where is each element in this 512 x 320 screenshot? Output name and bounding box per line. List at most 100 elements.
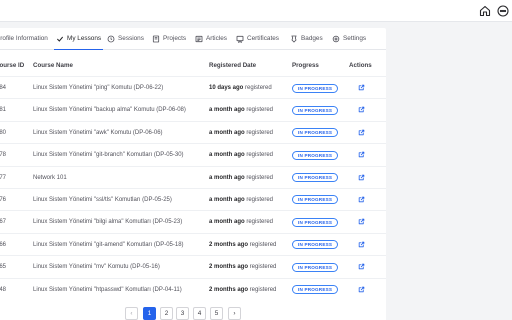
registered-date: 2 months ago registered [209,279,276,301]
header-actions: Actions [349,62,372,69]
open-external-icon[interactable] [358,84,365,91]
course-name: Linux Sistem Yönetimi "awk" Komutu (DP-0… [33,129,163,136]
registered-date-suffix: registered [248,286,277,293]
status-badge: IN PROGRESS [292,217,339,227]
course-id: 080 [0,129,7,136]
course-name: Linux Sistem Yönetimi "backup alma" Komu… [33,107,186,114]
table-row: 066 Linux Sistem Yönetimi "git-amend" Kom… [0,232,386,256]
course-id: 065 [0,264,7,271]
tab-my-lessons[interactable]: My Lessons [54,28,104,50]
status-badge: IN PROGRESS [292,173,339,183]
article-icon [195,35,203,43]
open-external-icon[interactable] [358,241,365,248]
registered-date: a month ago registered [209,144,273,166]
registered-date: a month ago registered [209,99,273,121]
course-id: 084 [0,85,7,91]
course-name: Linux Sistem Yönetimi "ping" Komutu (DP-… [33,85,164,91]
folder-icon [152,35,160,43]
table-row: 078 Linux Sistem Yönetimi "git-branch" Ko… [0,143,386,165]
history-icon [107,35,115,43]
table-row: 067 Linux Sistem Yönetimi "bilgi alma" Ko… [0,210,386,232]
status-badge: IN PROGRESS [292,285,339,295]
registered-date: 10 days ago registered [209,77,272,99]
tab-articles[interactable]: Articles [195,28,227,50]
top-bar [0,0,512,22]
open-external-icon[interactable] [358,218,365,225]
lessons-table-body: 084 Linux Sistem Yönetimi "ping" Komutu (… [0,76,386,300]
registered-date-relative: 2 months ago [209,241,249,248]
page-5-button[interactable]: 5 [210,307,223,320]
tab-settings[interactable]: Settings [332,28,366,50]
registered-date: 2 months ago registered [209,256,276,278]
registered-date: a month ago registered [209,211,273,233]
table-row: 076 Linux Sistem Yönetimi "ssl/tls" Komut… [0,187,386,211]
registered-date-relative: a month ago [209,196,245,203]
status-badge: IN PROGRESS [292,105,339,115]
open-external-icon[interactable] [358,129,365,136]
registered-date: a month ago registered [209,122,273,144]
open-external-icon[interactable] [358,196,365,203]
table-header: Course ID Course Name Registered Date Pr… [0,58,386,76]
tab-sessions[interactable]: Sessions [107,28,144,50]
registered-date-relative: a month ago [209,152,245,159]
registered-date: a month ago registered [209,189,273,211]
table-row: 077 Network 101 a month ago registered IN P… [0,165,386,189]
user-menu-icon[interactable] [496,4,510,18]
table-row: 065 Linux Sistem Yönetimi "mv" Komutu (DP… [0,255,386,277]
tab-projects[interactable]: Projects [152,28,186,50]
course-name: Linux Sistem Yönetimi "ssl/tls" Komutlar… [33,196,172,203]
lessons-panel: Profile Information My Lessons Sessions … [0,28,386,320]
status-badge: IN PROGRESS [292,262,339,272]
course-id: 077 [0,174,7,181]
badge-icon [290,35,298,43]
registered-date: a month ago registered [209,167,273,189]
registered-date-suffix: registered [244,174,274,181]
open-external-icon[interactable] [358,151,365,158]
page-3-button[interactable]: 3 [176,307,189,320]
certificate-icon [236,35,244,43]
next-page-button[interactable]: › [228,307,241,320]
header-course-name: Course Name [33,62,73,69]
open-external-icon[interactable] [358,286,365,293]
page-2-button[interactable]: 2 [160,307,173,320]
registered-date-relative: a month ago [209,219,245,226]
check-icon [56,35,64,43]
prev-page-button[interactable]: ‹ [125,307,138,320]
open-external-icon[interactable] [358,106,365,113]
course-name: Linux Sistem Yönetimi "bilgi alma" Komut… [33,219,183,226]
course-name: Network 101 [33,174,67,181]
header-course-id: Course ID [0,62,25,69]
registered-date-suffix: registered [244,129,274,136]
registered-date-suffix: registered [244,152,274,159]
course-id: 076 [0,196,7,203]
registered-date-suffix: registered [248,264,277,271]
course-id: 067 [0,219,7,226]
course-name: Linux Sistem Yönetimi "mv" Komutu (DP-05… [33,264,160,271]
course-name: Linux Sistem Yönetimi "git-amend" Komutl… [33,241,184,248]
home-icon[interactable] [478,4,492,18]
status-badge: IN PROGRESS [292,83,339,93]
course-id: 078 [0,152,7,159]
course-id: 081 [0,107,7,114]
page-4-button[interactable]: 4 [193,307,206,320]
table-row: 081 Linux Sistem Yönetimi "backup alma" K… [0,98,386,120]
profile-tabs: Profile Information My Lessons Sessions … [0,28,386,50]
course-id: 066 [0,241,7,248]
tab-badges[interactable]: Badges [290,28,323,50]
open-external-icon[interactable] [358,263,365,270]
status-badge: IN PROGRESS [292,150,339,160]
tab-certificates[interactable]: Certificates [236,28,279,50]
registered-date-suffix: registered [243,85,272,91]
header-registered-date: Registered Date [209,62,257,69]
page-1-button[interactable]: 1 [143,307,156,320]
registered-date-suffix: registered [248,241,277,248]
registered-date-suffix: registered [244,107,274,114]
registered-date: 2 months ago registered [209,234,276,256]
header-progress: Progress [292,62,319,69]
table-row: 080 Linux Sistem Yönetimi "awk" Komutu (D… [0,120,386,144]
settings-icon [332,35,340,43]
registered-date-suffix: registered [244,219,274,226]
tab-profile-information[interactable]: Profile Information [0,28,48,50]
course-name: Linux Sistem Yönetimi "git-branch" Komut… [33,152,184,159]
open-external-icon[interactable] [358,174,365,181]
